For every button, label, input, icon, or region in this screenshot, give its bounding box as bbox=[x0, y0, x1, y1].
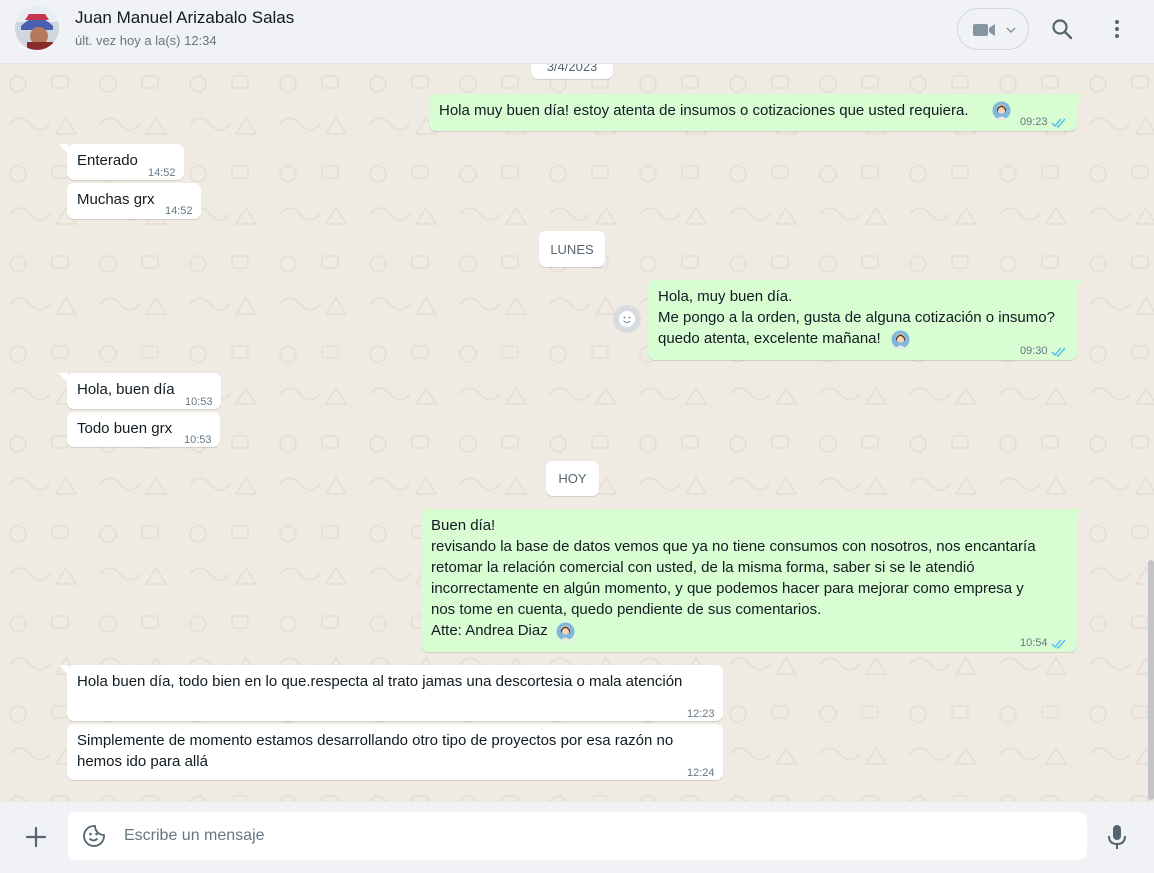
message-time: 10:54 bbox=[1020, 637, 1048, 649]
double-check-icon bbox=[1051, 118, 1066, 128]
message-input-placeholder: Escribe un mensaje bbox=[124, 827, 265, 844]
bubble-tail bbox=[1074, 94, 1083, 104]
message-incoming[interactable]: Simplemente de momento estamos desarroll… bbox=[67, 724, 723, 780]
search-button[interactable] bbox=[1042, 9, 1082, 49]
message-text: Buen día! revisando la base de datos vem… bbox=[431, 517, 1036, 639]
bubble-tail bbox=[59, 373, 68, 383]
message-text: Simplemente de momento estamos desarroll… bbox=[77, 732, 674, 770]
date-separator: 3/4/2023 bbox=[531, 64, 613, 79]
date-separator: LUNES bbox=[539, 231, 605, 267]
message-incoming[interactable]: Hola buen día, todo bien en lo que.respe… bbox=[59, 665, 723, 721]
message-incoming[interactable]: Enterado 14:52 bbox=[59, 144, 184, 180]
chevron-down-icon bbox=[1006, 27, 1016, 34]
woman-emoji bbox=[992, 101, 1011, 120]
sticker-icon[interactable] bbox=[82, 824, 106, 848]
double-check-icon bbox=[1051, 347, 1066, 357]
search-icon bbox=[1052, 19, 1073, 40]
message-incoming[interactable]: Todo buen grx 10:53 bbox=[67, 412, 220, 447]
message-time: 09:30 bbox=[1020, 345, 1048, 357]
message-text: Hola, buen día bbox=[77, 381, 175, 398]
emoji-reaction-icon bbox=[619, 311, 635, 327]
message-list[interactable]: 3/4/2023 Hola muy buen día! estoy atenta… bbox=[0, 64, 1154, 802]
emoji-reaction-button[interactable] bbox=[613, 305, 641, 333]
message-time: 14:52 bbox=[148, 167, 176, 179]
plus-icon bbox=[25, 826, 47, 848]
message-incoming[interactable]: Muchas grx 14:52 bbox=[67, 183, 201, 219]
menu-icon bbox=[1115, 20, 1119, 38]
contact-name[interactable]: Juan Manuel Arizabalo Salas bbox=[75, 8, 294, 28]
double-check-icon bbox=[1051, 639, 1066, 649]
message-time: 10:53 bbox=[185, 396, 213, 408]
bubble-tail bbox=[1074, 509, 1083, 519]
contact-avatar[interactable] bbox=[15, 6, 59, 50]
message-text: Enterado bbox=[77, 152, 138, 169]
message-meta: 09:30 bbox=[1020, 341, 1067, 362]
menu-button[interactable] bbox=[1097, 9, 1137, 49]
message-input[interactable]: Escribe un mensaje bbox=[68, 812, 1087, 860]
message-text: Muchas grx bbox=[77, 191, 155, 208]
message-meta: 10:54 bbox=[1020, 633, 1067, 654]
last-seen-status: últ. vez hoy a la(s) 12:34 bbox=[75, 33, 217, 48]
message-outgoing[interactable]: Buen día! revisando la base de datos vem… bbox=[421, 509, 1083, 654]
video-call-icon bbox=[973, 24, 995, 36]
message-outgoing[interactable]: Hola muy buen día! estoy atenta de insum… bbox=[429, 94, 1083, 133]
scrollbar[interactable] bbox=[1148, 560, 1154, 800]
message-time: 12:24 bbox=[687, 767, 715, 779]
video-call-button[interactable] bbox=[957, 8, 1029, 50]
message-meta: 09:23 bbox=[1020, 112, 1067, 133]
message-time: 12:23 bbox=[687, 708, 715, 720]
message-time: 09:23 bbox=[1020, 116, 1048, 128]
bubble-tail bbox=[59, 144, 68, 154]
message-text: Hola muy buen día! estoy atenta de insum… bbox=[439, 102, 969, 119]
compose-bar: Escribe un mensaje bbox=[0, 802, 1154, 873]
attach-button[interactable] bbox=[16, 817, 56, 857]
woman-emoji bbox=[891, 330, 910, 349]
message-time: 14:52 bbox=[165, 205, 193, 217]
bubble-tail bbox=[1074, 280, 1083, 290]
date-separator: HOY bbox=[546, 461, 599, 496]
message-incoming[interactable]: Hola, buen día 10:53 bbox=[59, 373, 221, 409]
message-text: Todo buen grx bbox=[77, 420, 173, 437]
woman-emoji bbox=[556, 622, 575, 641]
message-text: Hola, muy buen día. Me pongo a la orden,… bbox=[658, 288, 1055, 347]
bubble-tail bbox=[59, 665, 68, 675]
chat-header: Juan Manuel Arizabalo Salas últ. vez hoy… bbox=[0, 0, 1154, 64]
voice-message-button[interactable] bbox=[1097, 817, 1137, 857]
mic-icon bbox=[1108, 825, 1126, 849]
message-outgoing[interactable]: Hola, muy buen día. Me pongo a la orden,… bbox=[648, 280, 1083, 362]
message-text: Hola buen día, todo bien en lo que.respe… bbox=[77, 673, 683, 690]
message-time: 10:53 bbox=[184, 434, 212, 446]
